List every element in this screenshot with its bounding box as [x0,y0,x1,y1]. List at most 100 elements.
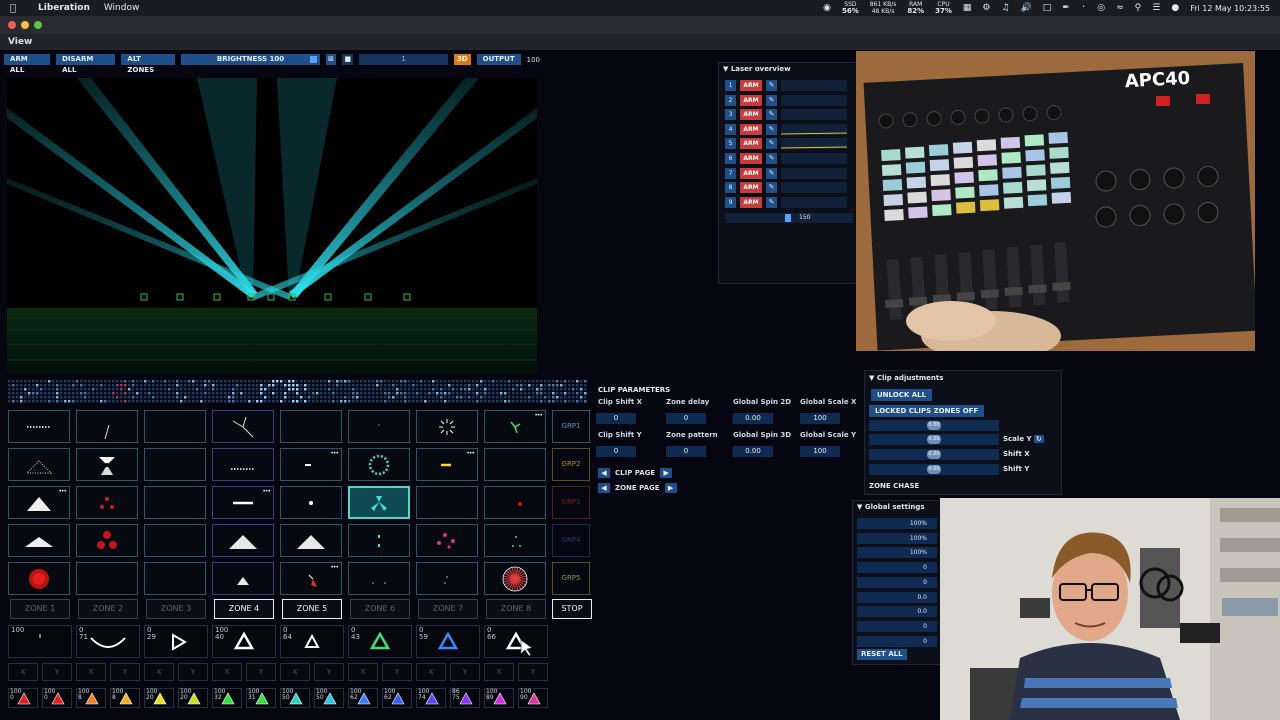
clip-cell[interactable] [484,486,546,519]
brightness-slider[interactable]: BRIGHTNESS 100 [181,54,320,65]
laser-arm-button[interactable]: ARM [740,94,762,106]
edit-icon[interactable]: ✎ [766,167,777,179]
color-preset-cell[interactable]: 100 0 [42,688,72,708]
clip-cell[interactable]: ••• [484,410,546,443]
color-preset-cell[interactable]: 100 20 [178,688,208,708]
y-toggle-button[interactable]: Y [518,663,548,681]
zone-5-button[interactable]: ZONE 5 [282,599,342,619]
clip-cell[interactable] [484,562,546,595]
clip-page-prev-button[interactable]: ◀ [598,468,610,478]
scale-y-slider[interactable]: 0.00 [869,434,999,445]
disarm-all-button[interactable]: DISARM ALL [56,54,116,74]
clip-cell[interactable]: ••• [212,486,274,519]
clip-cell[interactable] [76,562,138,595]
color-preset-cell[interactable]: 100 0 [8,688,38,708]
control-center-icon[interactable]: ☰ [1152,3,1160,13]
zone-pattern-field[interactable]: 0 [666,446,706,457]
group-3-button[interactable]: GRP3 [552,486,590,519]
global-settings-header[interactable]: ▼ Global settings [853,501,941,513]
edit-icon[interactable]: ✎ [766,109,777,121]
zone-4-button[interactable]: ZONE 4 [214,599,274,619]
laser-overview-header[interactable]: ▼ Laser overview [719,63,857,75]
clip-cell[interactable] [484,524,546,557]
collapse-arrow-icon[interactable]: ▼ [869,374,874,382]
effect-cell[interactable]: 0 59 [416,625,480,658]
more-options-icon[interactable]: ••• [330,564,339,571]
zone-2-button[interactable]: ZONE 2 [78,599,138,619]
zone-8-button[interactable]: ZONE 8 [486,599,546,619]
clip-cell[interactable] [416,410,478,443]
clip-cell[interactable] [8,562,70,595]
clip-cell[interactable] [144,486,206,519]
global-setting-slider[interactable]: 0 [857,562,937,574]
zone-3-button[interactable]: ZONE 3 [146,599,206,619]
y-toggle-button[interactable]: Y [178,663,208,681]
collapse-arrow-icon[interactable]: ▼ [857,503,862,511]
reset-all-button[interactable]: RESET ALL [857,649,907,660]
y-toggle-button[interactable]: Y [246,663,276,681]
search-icon[interactable]: ⚲ [1135,3,1142,13]
clip-cell[interactable] [76,410,138,443]
color-preset-cell[interactable]: 86 75 [450,688,480,708]
laser-arm-button[interactable]: ARM [740,167,762,179]
clip-cell[interactable] [144,524,206,557]
sync-icon[interactable]: ◉ [823,3,831,13]
clip-cell[interactable] [144,562,206,595]
edit-icon[interactable]: ✎ [766,80,777,91]
clip-cell[interactable] [416,562,478,595]
window-menu[interactable]: Window [104,3,140,13]
clip-cell[interactable] [144,448,206,481]
group-4-button[interactable]: GRP4 [552,524,590,557]
music-icon[interactable]: ♫ [1001,3,1009,13]
settings-icon[interactable]: ⚙ [982,3,990,13]
more-options-icon[interactable]: ••• [330,450,339,457]
color-preset-cell[interactable]: 100 74 [416,688,446,708]
volume-icon[interactable]: 🔊 [1021,3,1032,13]
slider-knob[interactable]: 0.00 [927,421,941,430]
laser-arm-button[interactable]: ARM [740,109,762,121]
clip-cell[interactable] [280,486,342,519]
laser-arm-button[interactable]: ARM [740,182,762,194]
more-options-icon[interactable]: ••• [58,488,67,495]
clip-cell[interactable]: ••• [416,448,478,481]
global-scale-y-field[interactable]: 100 [800,446,840,457]
global-setting-slider[interactable]: 0.0 [857,606,937,618]
more-options-icon[interactable]: ••• [466,450,475,457]
shift-x-slider[interactable]: 0.00 [869,449,999,460]
focus-icon[interactable]: ◎ [1097,3,1105,13]
global-setting-slider[interactable]: 0.0 [857,591,937,603]
laser-arm-button[interactable]: ARM [740,153,762,164]
clip-cell[interactable] [212,410,274,443]
clip-cell[interactable] [212,562,274,595]
laser-arm-button[interactable]: ARM [740,196,762,208]
global-setting-slider[interactable]: 0 [857,635,937,647]
x-toggle-button[interactable]: X [280,663,310,681]
edit-icon[interactable]: ✎ [766,153,777,164]
color-preset-cell[interactable]: 100 50 [280,688,310,708]
clip-cell[interactable] [416,524,478,557]
clip-cell[interactable] [348,524,410,557]
global-spin-2d-field[interactable]: 0.00 [733,413,773,424]
color-preset-cell[interactable]: 100 8 [76,688,106,708]
color-preset-cell[interactable]: 100 32 [212,688,242,708]
clip-page-next-button[interactable]: ▶ [660,468,673,478]
clip-cell[interactable] [8,524,70,557]
grid-icon[interactable]: ▦ [963,3,972,13]
app-menu[interactable]: Liberation [38,3,90,13]
zone-1-button[interactable]: ZONE 1 [10,599,70,619]
clip-cell[interactable] [8,448,70,481]
group-2-button[interactable]: GRP2 [552,448,590,481]
clip-cell[interactable]: ••• [280,562,342,595]
clip-shift-y-field[interactable]: 0 [596,446,636,457]
clip-cell[interactable]: ••• [280,448,342,481]
color-preset-cell[interactable]: 100 50 [314,688,344,708]
locked-clips-zones-off-button[interactable]: LOCKED CLIPS ZONES OFF [869,405,985,417]
color-preset-cell[interactable]: 100 90 [518,688,548,708]
more-options-icon[interactable]: ••• [262,488,271,495]
laser-arm-button[interactable]: ARM [740,123,762,135]
wifi-icon[interactable]: ≈ [1116,3,1124,13]
edit-icon[interactable]: ✎ [766,94,777,106]
color-preset-cell[interactable]: 100 62 [348,688,378,708]
clip-cell[interactable] [484,448,546,481]
clip-cell[interactable] [76,448,138,481]
